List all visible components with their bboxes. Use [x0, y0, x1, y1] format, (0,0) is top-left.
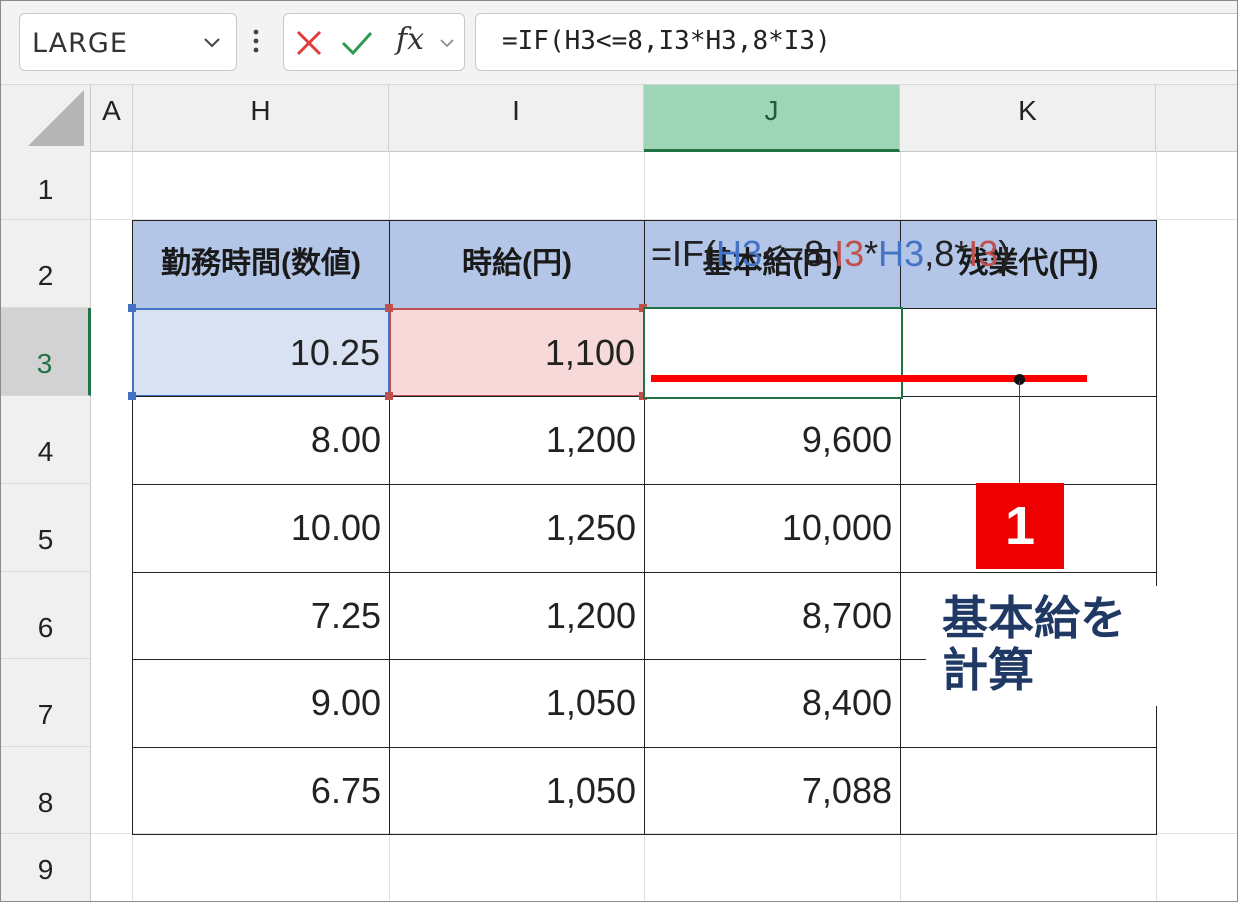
row-header-7[interactable]: 7 [1, 659, 91, 747]
row-header-9[interactable]: 9 [1, 834, 91, 901]
select-all-triangle-icon [28, 90, 84, 146]
insert-function-button[interactable]: fx [396, 22, 424, 57]
in-cell-formula[interactable]: =IF(H3<=8,I3*H3,8*I3) [651, 233, 1010, 275]
table-header-hourly-wage[interactable]: 時給(円) [389, 220, 645, 309]
formula-part: =IF( [651, 233, 717, 274]
cell-j4[interactable]: 9,600 [644, 396, 901, 485]
cell-k4[interactable] [900, 396, 1157, 485]
callout-text: 基本給を 計算 [942, 591, 1126, 697]
selection-handle[interactable] [385, 392, 393, 400]
formula-ref-i3: I3 [968, 233, 999, 274]
selection-handle[interactable] [385, 304, 393, 312]
column-header-h[interactable]: H [133, 85, 389, 152]
callout-leader-line [1019, 381, 1020, 483]
more-options-icon[interactable] [251, 27, 261, 57]
active-cell-j3[interactable] [643, 307, 903, 399]
formula-bar: LARGE fx =IF(H3<=8,I3*H3,8*I3) [1, 1, 1237, 85]
cell-h3[interactable]: 10.25 [132, 308, 390, 397]
cell-j6[interactable]: 8,700 [644, 572, 901, 660]
row-header-1[interactable]: 1 [1, 152, 91, 220]
select-all-corner[interactable] [1, 85, 91, 152]
formula-input[interactable]: =IF(H3<=8,I3*H3,8*I3) [475, 13, 1237, 71]
cell-k8[interactable] [900, 747, 1157, 835]
cell-i8[interactable]: 1,050 [389, 747, 645, 835]
row-header-8[interactable]: 8 [1, 747, 91, 834]
step-badge: 1 [976, 483, 1064, 569]
selection-handle[interactable] [128, 392, 136, 400]
cell-i3[interactable]: 1,100 [389, 308, 645, 397]
row-header-3[interactable]: 3 [1, 308, 91, 396]
formula-text: =IF(H3<=8,I3*H3,8*I3) [502, 26, 831, 56]
column-header-row: A H I J K [1, 85, 1237, 152]
callout-box: 基本給を 計算 [926, 586, 1158, 706]
chevron-down-icon[interactable] [202, 32, 222, 52]
cell-h4[interactable]: 8.00 [132, 396, 390, 485]
formula-part: ,8* [924, 233, 969, 274]
column-header-j[interactable]: J [644, 85, 900, 152]
cell-j7[interactable]: 8,400 [644, 659, 901, 748]
formula-ref-h3: H3 [878, 233, 925, 274]
enter-check-icon[interactable] [340, 28, 374, 58]
name-box[interactable]: LARGE [19, 13, 237, 71]
column-header-a[interactable]: A [91, 85, 133, 152]
row-header-5[interactable]: 5 [1, 484, 91, 572]
row-header-2[interactable]: 2 [1, 220, 91, 308]
cell-h8[interactable]: 6.75 [132, 747, 390, 835]
column-header-k[interactable]: K [900, 85, 1156, 152]
column-header-i[interactable]: I [389, 85, 644, 152]
formula-ref-i3: I3 [834, 233, 865, 274]
cell-i5[interactable]: 1,250 [389, 484, 645, 573]
formula-part: * [864, 233, 879, 274]
cell-j8[interactable]: 7,088 [644, 747, 901, 835]
cancel-icon[interactable] [294, 28, 324, 58]
cell-k3[interactable] [900, 308, 1157, 397]
cell-j5[interactable]: 10,000 [644, 484, 901, 573]
table-header-work-hours[interactable]: 勤務時間(数値) [132, 220, 390, 309]
formula-part: ) [998, 233, 1011, 274]
cell-h7[interactable]: 9.00 [132, 659, 390, 748]
formula-part: <=8, [762, 233, 835, 274]
formula-ref-h3: H3 [716, 233, 763, 274]
name-box-value: LARGE [32, 28, 128, 59]
formula-buttons: fx [283, 13, 465, 71]
row-header-6[interactable]: 6 [1, 572, 91, 659]
row-header-4[interactable]: 4 [1, 396, 91, 484]
cell-h6[interactable]: 7.25 [132, 572, 390, 660]
chevron-down-icon[interactable] [438, 34, 456, 52]
cell-h5[interactable]: 10.00 [132, 484, 390, 573]
spreadsheet-window: LARGE fx =IF(H3<=8,I3*H3,8*I3) A H I J K… [0, 0, 1238, 902]
cell-i7[interactable]: 1,050 [389, 659, 645, 748]
selection-handle[interactable] [128, 304, 136, 312]
cell-i4[interactable]: 1,200 [389, 396, 645, 485]
cell-i6[interactable]: 1,200 [389, 572, 645, 660]
